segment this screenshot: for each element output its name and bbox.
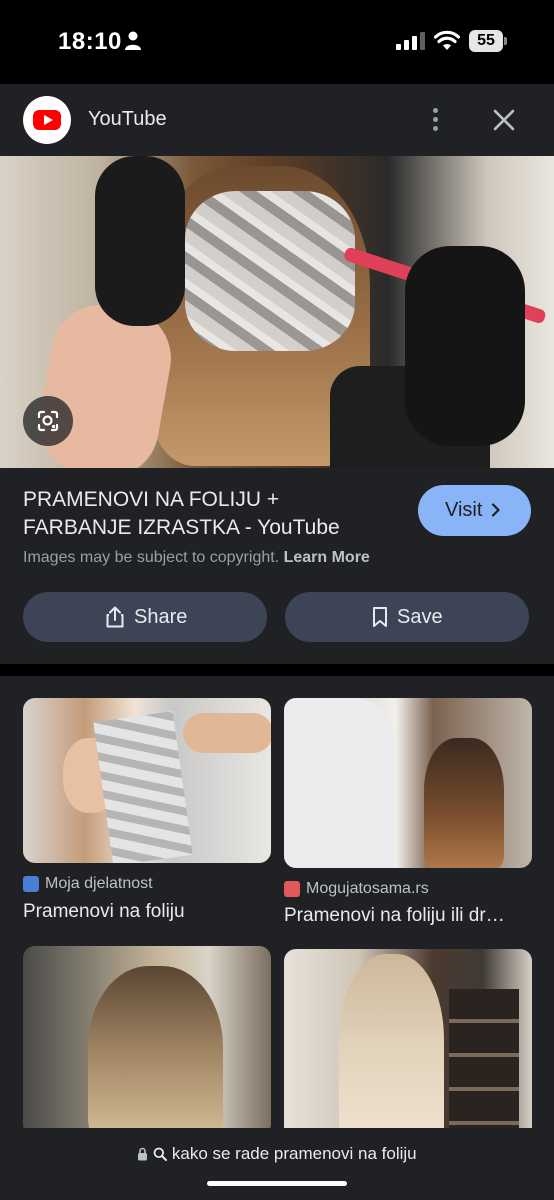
related-source-name: Moja djelatnost: [45, 875, 153, 892]
save-button[interactable]: Save: [285, 592, 529, 642]
youtube-logo-icon[interactable]: [23, 96, 71, 144]
battery-tip: [504, 37, 507, 45]
copyright-notice: Images may be subject to copyright. Lear…: [23, 549, 370, 567]
lens-icon: [37, 410, 59, 432]
image-result-sheet: YouTube PRAMENOVI NA FOLIJU + FARBANJE I…: [0, 84, 554, 664]
learn-more-link[interactable]: Learn More: [284, 549, 370, 566]
person-icon: [125, 31, 141, 50]
result-title[interactable]: PRAMENOVI NA FOLIJU + FARBANJE IZRASTKA …: [23, 486, 393, 542]
more-options-icon[interactable]: [423, 104, 447, 136]
main-result-image[interactable]: [0, 156, 554, 468]
home-indicator[interactable]: [207, 1181, 347, 1186]
related-title[interactable]: Pramenovi na foliju ili dr…: [284, 905, 532, 927]
source-header: YouTube: [0, 84, 554, 156]
status-bar: 18:10 55: [0, 0, 554, 84]
related-card[interactable]: [284, 949, 532, 1128]
related-source-name: Mogujatosama.rs: [306, 880, 429, 897]
related-source: Mogujatosama.rs: [284, 880, 429, 898]
site-favicon-icon: [23, 876, 39, 892]
visit-label: Visit: [445, 499, 483, 521]
related-card[interactable]: Moja djelatnost Pramenovi na foliju: [23, 698, 271, 922]
related-images-grid: Moja djelatnost Pramenovi na foliju Mogu…: [0, 676, 554, 1128]
chevron-right-icon: [491, 503, 500, 517]
section-divider: [0, 664, 554, 676]
battery-indicator: 55: [469, 30, 507, 52]
copyright-text: Images may be subject to copyright.: [23, 549, 280, 566]
cellular-signal-icon: [396, 32, 425, 50]
related-thumbnail[interactable]: [284, 949, 532, 1128]
bookmark-icon: [373, 607, 387, 627]
search-icon: [153, 1147, 168, 1161]
related-title[interactable]: Pramenovi na foliju: [23, 901, 271, 923]
site-favicon-icon: [284, 881, 300, 897]
wifi-icon: [434, 30, 460, 50]
related-source: Moja djelatnost: [23, 875, 153, 893]
visit-button[interactable]: Visit: [418, 485, 531, 536]
share-button[interactable]: Share: [23, 592, 267, 642]
search-query-text: kako se rade pramenovi na foliju: [171, 1144, 417, 1163]
close-icon[interactable]: [488, 104, 520, 136]
status-time: 18:10: [58, 28, 122, 55]
lock-icon: [138, 1147, 148, 1161]
share-icon: [106, 606, 124, 628]
save-label: Save: [397, 605, 443, 628]
battery-level: 55: [469, 30, 503, 52]
related-card[interactable]: [23, 946, 271, 1128]
share-label: Share: [134, 605, 188, 628]
related-thumbnail[interactable]: [23, 946, 271, 1128]
related-thumbnail[interactable]: [23, 698, 271, 863]
search-query-bar[interactable]: kako se rade pramenovi na foliju: [0, 1144, 554, 1164]
related-card[interactable]: Mogujatosama.rs Pramenovi na foliju ili …: [284, 698, 532, 926]
google-lens-button[interactable]: [23, 396, 73, 446]
bottom-address-bar[interactable]: kako se rade pramenovi na foliju: [0, 1128, 554, 1200]
source-name[interactable]: YouTube: [88, 108, 167, 131]
related-thumbnail[interactable]: [284, 698, 532, 868]
